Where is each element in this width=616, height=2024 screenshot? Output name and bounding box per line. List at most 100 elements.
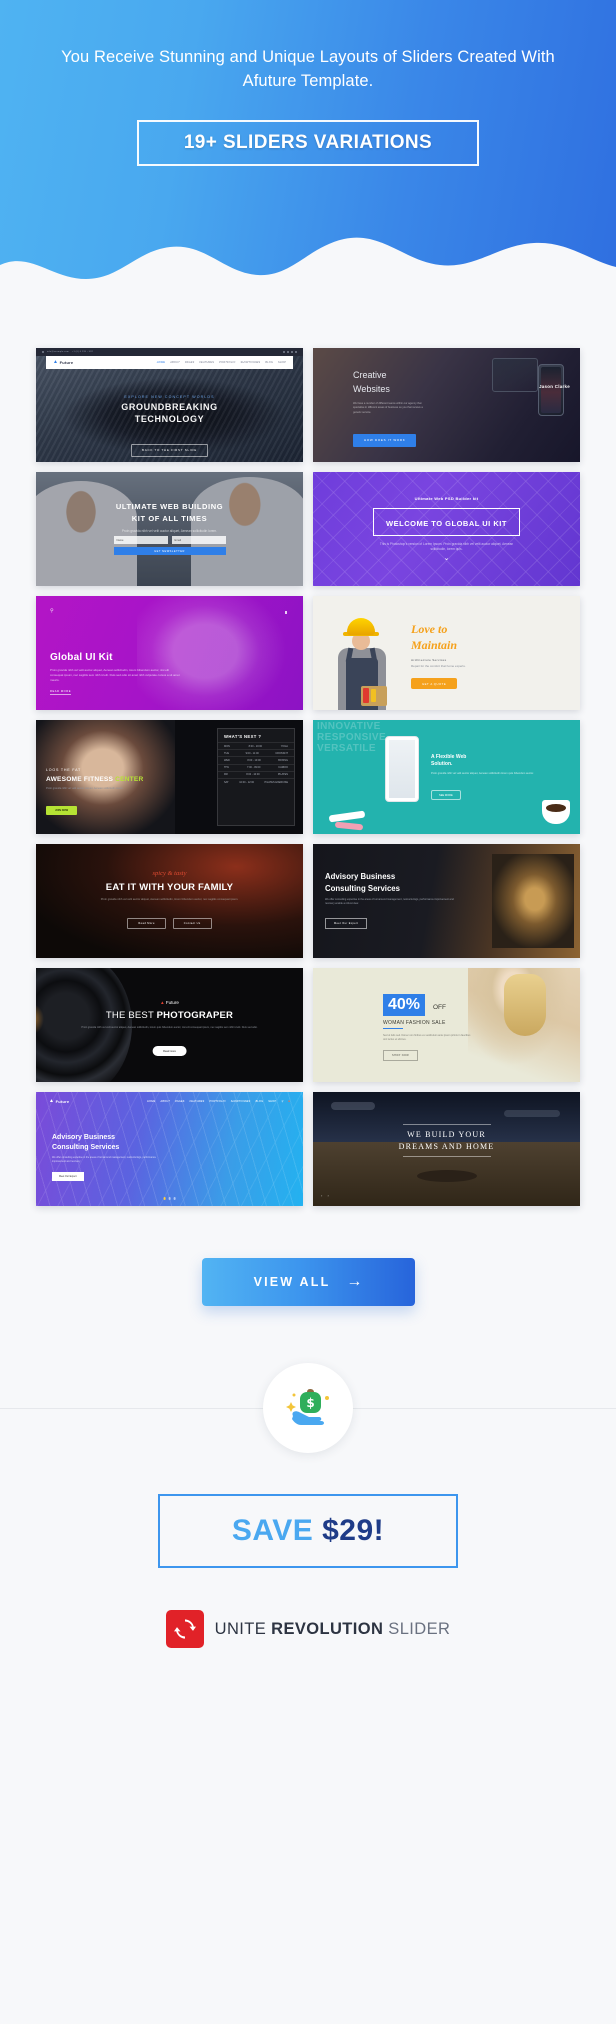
contact-us-button[interactable]: Contact Us xyxy=(172,918,212,929)
email-field[interactable]: Email xyxy=(171,536,226,545)
slide-cta-button[interactable]: READ MORE xyxy=(50,690,72,695)
nav-item-shortcodes[interactable]: SHORTCODES xyxy=(240,361,260,364)
phone-screen xyxy=(541,367,561,413)
nav-item-shop[interactable]: SHOP xyxy=(278,361,286,364)
cart-icon[interactable]: ■ xyxy=(288,1100,290,1103)
schedule-day: TUE xyxy=(224,751,229,755)
slider-thumb-advisory-consulting-legal[interactable]: Advisory Business Consulting Services We… xyxy=(313,844,580,958)
nav-item-shortcodes[interactable]: SHORTCODES xyxy=(231,1100,251,1103)
slide-cta-button[interactable]: Meet Our Expert xyxy=(52,1172,84,1181)
read-more-button[interactable]: Read More xyxy=(127,918,166,929)
wave-divider-icon xyxy=(0,237,616,300)
slide-cta-button[interactable]: HOW DOES IT WORK xyxy=(353,433,417,447)
social-facebook-icon[interactable] xyxy=(283,351,285,353)
nav-item-pages[interactable]: PAGES xyxy=(175,1100,185,1103)
slide-cta-button[interactable]: Meet Our Expert xyxy=(325,918,368,929)
schedule-day: THU xyxy=(224,766,230,770)
slider-thumb-global-ui-kit[interactable]: ⚲ Global UI Kit Proin gravida nibh vel v… xyxy=(36,596,303,710)
dot-2[interactable] xyxy=(168,1197,171,1200)
brand-name: Future xyxy=(165,1000,179,1005)
slide-subtitle: WOMAN FASHION SALE xyxy=(383,1020,446,1026)
social-instagram-icon[interactable] xyxy=(291,351,293,353)
slide-paragraph: Proin gravida nibh vel velit auctor aliq… xyxy=(50,668,180,683)
dot-1[interactable] xyxy=(163,1197,166,1200)
nav-item-features[interactable]: FEATURES xyxy=(199,361,214,364)
slider-thumb-welcome-global-ui-kit[interactable]: Ultimate Web PSD Builder kit WELCOME TO … xyxy=(313,472,580,586)
slider-pagination-dots[interactable] xyxy=(163,1197,176,1200)
discount-suffix: OFF xyxy=(433,1004,446,1011)
ghost-headline: INNOVATIVE RESPONSIVE VERSATILE xyxy=(317,721,386,754)
slide-subtitle: Architecture Services xyxy=(411,658,447,662)
nav-item-pages[interactable]: PAGES xyxy=(185,361,195,364)
money-in-hand-glyph: $ xyxy=(286,1389,329,1425)
nav-item-home[interactable]: HOME xyxy=(157,361,165,364)
arrow-right-icon: → xyxy=(346,1273,363,1290)
nav-item-blog[interactable]: BLOG xyxy=(255,1100,263,1103)
slide-title-line1: ULTIMATE WEB BUILDING xyxy=(115,502,224,511)
slide-cta-wrap: BACK TO THE FIRST SLIDE xyxy=(36,438,303,457)
camera-lens-image xyxy=(36,968,132,1082)
view-all-label: VIEW ALL xyxy=(253,1275,331,1289)
topbar-phone: +1 (0) 6 235 - 532 xyxy=(71,351,94,353)
thumb-navbar: ▲ Future HOME ABOUT PAGES FEATURES PORTFO… xyxy=(42,1096,297,1106)
slide-cta-button[interactable]: JOIN NOW xyxy=(46,806,78,815)
nav-items: HOME ABOUT PAGES FEATURES PORTFOLIO SHOR… xyxy=(147,1100,290,1103)
nav-item-about[interactable]: ABOUT xyxy=(160,1100,170,1103)
slide-title-line1: Advisory Business xyxy=(325,872,396,881)
cloud-2 xyxy=(504,1110,560,1117)
slider-thumb-groundbreaking-technology[interactable]: info@example.com +1 (0) 6 235 - 532 ▲ Fut… xyxy=(36,348,303,462)
slide-cta-button[interactable]: BACK TO THE FIRST SLIDE xyxy=(131,443,208,457)
slider-thumb-advisory-consulting-blue[interactable]: ▲ Future HOME ABOUT PAGES FEATURES PORTFO… xyxy=(36,1092,303,1206)
slide-title: EAT IT WITH YOUR FAMILY xyxy=(105,882,234,893)
slider-thumb-creative-websites[interactable]: Creative Websites We have a number of di… xyxy=(313,348,580,462)
slider-thumb-flexible-web-solution[interactable]: INNOVATIVE RESPONSIVE VERSATILE A Flexib… xyxy=(313,720,580,834)
slider-thumb-awesome-fitness-center[interactable]: LOOS THE FAT AWESOME FITNESS CENTER Proi… xyxy=(36,720,303,834)
refresh-circle-icon xyxy=(165,1610,204,1648)
nav-item-portfolio[interactable]: PORTFOLIO xyxy=(209,1100,225,1103)
rule-bottom xyxy=(402,1156,491,1157)
underline-rule xyxy=(383,1028,403,1030)
nav-item-about[interactable]: ABOUT xyxy=(170,361,180,364)
location-pin-icon: ⚲ xyxy=(50,608,54,614)
signup-fields: Name Email xyxy=(36,536,303,545)
hard-hat-icon xyxy=(347,618,375,635)
shop-now-button[interactable]: SHOP NOW xyxy=(383,1050,419,1061)
nav-item-shop[interactable]: SHOP xyxy=(268,1100,276,1103)
brand-logo: ▲ Future xyxy=(53,360,73,366)
slider-thumb-love-to-maintain[interactable]: Love to Maintain Architecture Services R… xyxy=(313,596,580,710)
slider-thumb-woman-fashion-sale[interactable]: 40% OFF WOMAN FASHION SALE Sed ut felis … xyxy=(313,968,580,1082)
social-twitter-icon[interactable] xyxy=(287,351,289,353)
chevron-down-icon[interactable]: ⌄ xyxy=(313,555,580,562)
prev-next-arrows-icon[interactable]: ‹ › xyxy=(321,1193,331,1198)
slide-cta-button[interactable]: SEE MORE xyxy=(431,790,461,800)
slider-thumb-we-build-your-dreams[interactable]: WE BUILD YOUR DREAMS AND HOME ‹ › xyxy=(313,1092,580,1206)
worker-illustration xyxy=(327,610,397,710)
search-icon[interactable]: ⚲ xyxy=(281,1100,283,1103)
dot-3[interactable] xyxy=(173,1197,176,1200)
nav-item-portfolio[interactable]: PORTFOLIO xyxy=(219,361,235,364)
brand-logo: ▲ Future xyxy=(49,1098,69,1104)
slide-eyebrow: LOOS THE FAT xyxy=(46,768,82,772)
social-linkedin-icon[interactable] xyxy=(295,351,297,353)
slider-thumb-eat-it-with-your-family[interactable]: spicy & tasty EAT IT WITH YOUR FAMILY Pr… xyxy=(36,844,303,958)
slider-thumb-the-best-photograper[interactable]: ▲ Future THE BEST PHOTOGRAPER Proin grav… xyxy=(36,968,303,1082)
menu-dot-icon[interactable] xyxy=(284,611,287,614)
view-all-button[interactable]: VIEW ALL → xyxy=(201,1258,415,1306)
tool-yellow-icon xyxy=(371,689,376,702)
nav-item-blog[interactable]: BLOG xyxy=(265,361,273,364)
slide-cta-button[interactable]: GET A QUOTE xyxy=(411,678,458,689)
hero-header-inner: You Receive Stunning and Unique Layouts … xyxy=(0,0,616,166)
slide-title-line2: Consulting Services xyxy=(52,1144,120,1151)
nav-item-features[interactable]: FEATURES xyxy=(190,1100,205,1103)
slide-paragraph: We have a number of different teams with… xyxy=(353,402,423,414)
slider-thumb-ultimate-web-building-kit[interactable]: ULTIMATE WEB BUILDING KIT OF ALL TIMES P… xyxy=(36,472,303,586)
nav-item-home[interactable]: HOME xyxy=(147,1100,155,1103)
phone-screen xyxy=(389,740,415,798)
name-field[interactable]: Name xyxy=(113,536,168,545)
slide-cta-button[interactable]: Read more xyxy=(152,1046,187,1056)
gavel-image xyxy=(492,854,574,948)
tool-red-icon xyxy=(363,688,369,703)
phone-mockup xyxy=(538,364,564,416)
slide-title-accent: CENTER xyxy=(115,776,144,783)
newsletter-submit-button[interactable]: GET NEWSLETTER xyxy=(113,547,226,556)
